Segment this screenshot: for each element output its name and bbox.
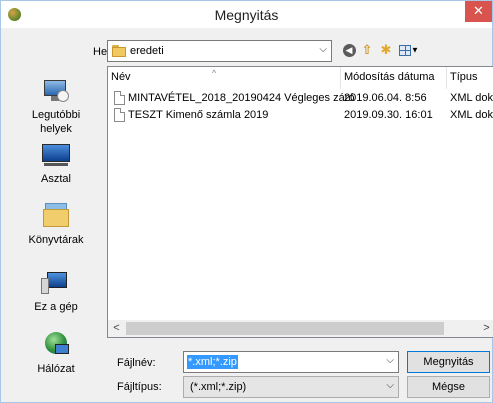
file-row[interactable]: MINTAVÉTEL_2018_20190424 Végleges záró 2…	[108, 90, 493, 107]
scrollbar-thumb[interactable]	[126, 322, 444, 335]
column-header-type[interactable]: Típus	[446, 67, 493, 89]
close-button[interactable]: ✕	[465, 1, 492, 22]
place-libraries[interactable]: Könyvtárak	[9, 201, 103, 247]
scroll-left-icon[interactable]: <	[108, 320, 125, 337]
back-arrow-icon[interactable]: ◀	[340, 41, 358, 59]
place-this-pc[interactable]: Ez a gép	[9, 270, 103, 314]
location-value: eredeti	[130, 45, 164, 57]
place-recent-places[interactable]: Legutóbbi helyek	[9, 78, 103, 136]
location-dropdown[interactable]: eredeti ⌵	[107, 40, 332, 62]
filename-label: Fájlnév:	[117, 357, 156, 369]
file-date: 2019.06.04. 8:56	[344, 92, 427, 104]
file-type: XML doku	[450, 92, 493, 104]
window-title: Megnyitás	[214, 7, 279, 23]
network-icon	[41, 330, 71, 358]
filename-value[interactable]: *.xml;*.zip	[187, 355, 238, 369]
place-label: Asztal	[41, 173, 71, 185]
chevron-down-icon[interactable]: ⌵	[319, 44, 327, 55]
place-network[interactable]: Hálózat	[9, 330, 103, 376]
place-label: helyek	[40, 123, 72, 135]
desktop-icon	[40, 142, 72, 168]
column-header-date[interactable]: Módosítás dátuma	[340, 67, 444, 89]
chevron-down-icon[interactable]: ⌵	[386, 355, 394, 366]
filetype-dropdown[interactable]: (*.xml;*.zip) ⌵	[183, 376, 399, 398]
folder-icon	[112, 45, 126, 57]
file-row[interactable]: TESZT Kimenő számla 2019 2019.09.30. 16:…	[108, 107, 493, 124]
document-icon	[114, 91, 125, 105]
sort-ascending-icon: ^	[212, 68, 217, 78]
place-label: Könyvtárak	[28, 234, 84, 246]
column-header-name-label: Név	[111, 71, 131, 83]
scroll-right-icon[interactable]: >	[478, 320, 493, 337]
up-folder-icon[interactable]: ⇧	[358, 41, 376, 59]
place-label: Hálózat	[37, 363, 75, 375]
open-button[interactable]: Megnyitás	[407, 351, 490, 373]
place-desktop[interactable]: Asztal	[9, 142, 103, 186]
file-name: MINTAVÉTEL_2018_20190424 Végleges záró	[128, 92, 355, 104]
view-menu-icon[interactable]: ▼	[397, 41, 421, 59]
filetype-label: Fájltípus:	[117, 381, 162, 393]
filetype-value: (*.xml;*.zip)	[190, 381, 247, 393]
chevron-down-icon[interactable]: ⌵	[386, 380, 394, 391]
filename-input[interactable]: *.xml;*.zip ⌵	[183, 351, 399, 373]
file-date: 2019.09.30. 16:01	[344, 109, 433, 121]
libraries-icon	[41, 201, 71, 229]
horizontal-scrollbar[interactable]: < >	[108, 320, 493, 337]
new-folder-icon[interactable]: ✱	[377, 41, 395, 59]
title-bar: Megnyitás ✕	[1, 1, 492, 28]
cancel-button[interactable]: Mégse	[407, 376, 490, 398]
place-label: Legutóbbi	[31, 109, 81, 121]
place-label: Ez a gép	[34, 301, 78, 313]
places-bar: Legutóbbi helyek Asztal Könyvtárak Ez a …	[9, 70, 103, 382]
this-pc-icon	[41, 270, 71, 296]
open-file-dialog: Megnyitás ✕ Hely: eredeti ⌵ ◀ ⇧ ✱ ▼ Legu…	[0, 0, 493, 403]
file-type: XML doku	[450, 109, 493, 121]
column-header-name[interactable]: ^ Név	[108, 67, 338, 89]
file-list[interactable]: ^ Név Módosítás dátuma Típus MINTAVÉTEL_…	[107, 66, 493, 338]
document-icon	[114, 108, 125, 122]
file-name: TESZT Kimenő számla 2019	[128, 109, 269, 121]
recent-places-icon	[41, 78, 71, 104]
